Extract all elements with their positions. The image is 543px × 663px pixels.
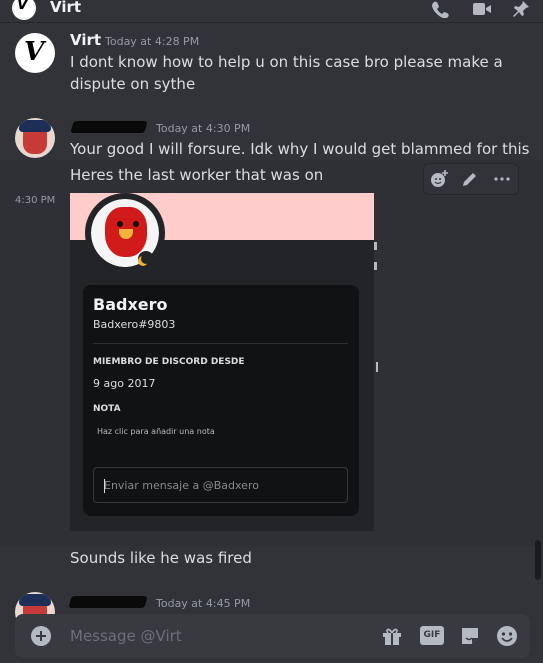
gif-button[interactable]: GIF bbox=[420, 626, 444, 645]
more-options-icon[interactable] bbox=[492, 169, 512, 189]
message-text: Heres the last worker that was on bbox=[70, 166, 324, 184]
dm-message-field bbox=[93, 467, 348, 503]
message-input[interactable] bbox=[65, 614, 365, 658]
add-reaction-icon[interactable] bbox=[429, 169, 449, 189]
hover-timestamp: 4:30 PM bbox=[15, 195, 56, 206]
emoji-icon[interactable] bbox=[495, 624, 519, 648]
profile-username: Badxero#9803 bbox=[93, 318, 176, 331]
sticker-icon[interactable] bbox=[458, 624, 482, 648]
censored-username bbox=[68, 596, 148, 608]
user-avatar[interactable] bbox=[15, 118, 55, 158]
profile-card: Badxero Badxero#9803 MIEMBRO DE DISCORD … bbox=[83, 285, 359, 516]
message-text: Sounds like he was fired bbox=[70, 549, 252, 567]
message-actions-toolbar bbox=[423, 163, 519, 195]
channel-title: Virt bbox=[50, 0, 82, 16]
cropped-glyph bbox=[374, 242, 377, 250]
member-since-value: 9 ago 2017 bbox=[93, 377, 156, 390]
message-text: Your good I will forsure. Idk why I woul… bbox=[70, 140, 530, 158]
video-call-icon[interactable] bbox=[472, 0, 492, 18]
cropped-glyph bbox=[376, 362, 378, 372]
profile-display-name: Badxero bbox=[93, 295, 168, 314]
channel-header: V Virt bbox=[0, 0, 543, 23]
gift-icon[interactable] bbox=[380, 624, 404, 648]
divider bbox=[93, 343, 348, 344]
dm-message-input bbox=[94, 468, 347, 502]
edit-icon[interactable] bbox=[460, 169, 480, 189]
scrollbar-thumb[interactable] bbox=[535, 540, 541, 580]
censored-username bbox=[70, 121, 148, 133]
note-placeholder: Haz clic para añadir una nota bbox=[97, 427, 215, 436]
message-composer: GIF bbox=[15, 614, 530, 658]
message-text: dispute on sythe bbox=[70, 75, 196, 93]
message-timestamp: Today at 4:28 PM bbox=[105, 35, 200, 48]
pinned-messages-icon[interactable] bbox=[512, 0, 532, 18]
message-author[interactable]: Virt bbox=[70, 31, 101, 49]
cropped-glyph bbox=[374, 262, 377, 270]
member-since-label: MIEMBRO DE DISCORD DESDE bbox=[93, 357, 245, 367]
voice-call-icon[interactable] bbox=[430, 0, 450, 18]
message-text: I dont know how to help u on this case b… bbox=[70, 53, 503, 71]
idle-status-icon bbox=[138, 251, 154, 267]
dm-avatar: V bbox=[12, 0, 36, 20]
upload-plus-button[interactable] bbox=[31, 626, 51, 646]
note-label: NOTA bbox=[93, 404, 121, 414]
message-timestamp: Today at 4:45 PM bbox=[156, 597, 251, 610]
profile-screenshot-image[interactable]: Badxero Badxero#9803 MIEMBRO DE DISCORD … bbox=[70, 193, 374, 531]
message-timestamp: Today at 4:30 PM bbox=[156, 122, 251, 135]
user-avatar-virt[interactable]: V bbox=[15, 33, 55, 73]
